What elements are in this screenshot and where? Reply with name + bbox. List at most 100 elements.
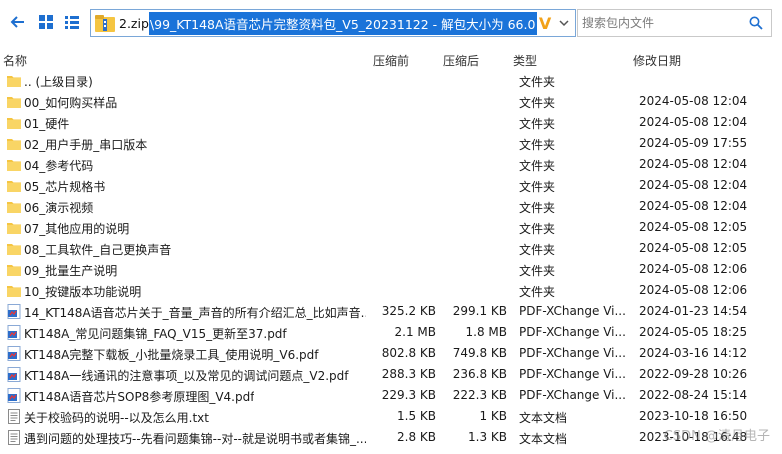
file-modified-date: 2024-01-23 14:54 bbox=[639, 304, 748, 318]
chevron-down-icon[interactable] bbox=[559, 18, 569, 28]
file-name: KT148A语音芯片SOP8参考原理图_V4.pdf bbox=[24, 390, 255, 404]
file-name: KT148A完整下载板_小批量烧录工具_使用说明_V6.pdf bbox=[24, 348, 319, 362]
file-modified-date: 2024-05-08 12:04 bbox=[639, 157, 748, 171]
list-view-icon[interactable] bbox=[62, 12, 82, 32]
pdf-icon bbox=[7, 367, 21, 382]
file-name: 05_芯片规格书 bbox=[24, 180, 106, 194]
file-name: 14_KT148A语音芯片关于_音量_声音的所有介绍汇总_比如声音... bbox=[24, 306, 366, 320]
view-grid-icon[interactable] bbox=[36, 12, 56, 32]
table-row[interactable]: 08_工具软件_自己更换声音 文件夹 2024-05-08 12:05 bbox=[0, 238, 782, 259]
table-row[interactable]: KT148A完整下载板_小批量烧录工具_使用说明_V6.pdf 802.8 KB 7… bbox=[0, 343, 782, 364]
table-row[interactable]: 00_如何购买样品 文件夹 2024-05-08 12:04 bbox=[0, 91, 782, 112]
file-modified-date: 2022-08-24 15:14 bbox=[639, 388, 748, 402]
table-row[interactable]: 02_用户手册_串口版本 文件夹 2024-05-09 17:55 bbox=[0, 133, 782, 154]
file-type: 文件夹 bbox=[519, 222, 556, 236]
file-modified-date: 2024-05-08 12:05 bbox=[639, 220, 748, 234]
column-type[interactable]: 类型 bbox=[513, 52, 537, 69]
table-row[interactable]: 06_演示视频 文件夹 2024-05-08 12:04 bbox=[0, 196, 782, 217]
table-row[interactable]: KT148A一线通讯的注意事项_以及常见的调试问题点_V2.pdf 288.3 K… bbox=[0, 364, 782, 385]
file-type: 文件夹 bbox=[519, 159, 556, 173]
file-type: 文件夹 bbox=[519, 96, 556, 110]
file-size: 1.3 KB bbox=[468, 430, 507, 444]
address-bar[interactable]: 2.zip \99_KT148A语音芯片完整资料包_V5_20231122 - … bbox=[90, 9, 576, 37]
pdf-icon bbox=[7, 304, 21, 319]
file-name: KT148A_常见问题集锦_FAQ_V15_更新至37.pdf bbox=[24, 327, 287, 341]
file-name: 09_批量生产说明 bbox=[24, 264, 118, 278]
table-row[interactable]: 01_硬件 文件夹 2024-05-08 12:04 bbox=[0, 112, 782, 133]
column-modified[interactable]: 修改日期 bbox=[633, 52, 681, 69]
file-type: 文件夹 bbox=[519, 201, 556, 215]
back-arrow-icon[interactable] bbox=[8, 12, 28, 32]
file-compressed-size: 802.8 KB bbox=[381, 346, 436, 360]
file-name: KT148A一线通讯的注意事项_以及常见的调试问题点_V2.pdf bbox=[24, 369, 349, 383]
table-row[interactable]: KT148A_常见问题集锦_FAQ_V15_更新至37.pdf 2.1 MB 1.8… bbox=[0, 322, 782, 343]
file-type: 文件夹 bbox=[519, 75, 556, 89]
file-modified-date: 2024-05-08 12:04 bbox=[639, 115, 748, 129]
table-row[interactable]: 07_其他应用的说明 文件夹 2024-05-08 12:05 bbox=[0, 217, 782, 238]
search-input[interactable] bbox=[582, 12, 742, 34]
table-row[interactable]: 05_芯片规格书 文件夹 2024-05-08 12:04 bbox=[0, 175, 782, 196]
address-selected-path[interactable]: \99_KT148A语音芯片完整资料包_V5_20231122 - 解包大小为 … bbox=[148, 11, 537, 35]
verified-badge: V bbox=[538, 13, 552, 33]
file-modified-date: 2023-10-18 16:50 bbox=[639, 409, 748, 423]
file-name: 关于校验码的说明--以及怎么用.txt bbox=[24, 411, 209, 425]
file-modified-date: 2024-05-08 12:06 bbox=[639, 283, 748, 297]
file-size: 1.8 MB bbox=[465, 325, 507, 339]
pdf-icon bbox=[7, 325, 21, 340]
table-row[interactable]: KT148A语音芯片SOP8参考原理图_V4.pdf 229.3 KB 222.3 … bbox=[0, 385, 782, 406]
table-row[interactable]: 09_批量生产说明 文件夹 2024-05-08 12:06 bbox=[0, 259, 782, 280]
file-compressed-size: 229.3 KB bbox=[381, 388, 436, 402]
address-prefix: 2.zip bbox=[119, 15, 149, 31]
search-icon[interactable] bbox=[749, 16, 763, 30]
file-modified-date: 2024-05-09 17:55 bbox=[639, 136, 748, 150]
search-box[interactable] bbox=[577, 9, 772, 37]
folder-icon bbox=[7, 199, 21, 214]
folder-icon bbox=[7, 115, 21, 130]
file-size: 299.1 KB bbox=[452, 304, 507, 318]
file-size: 1 KB bbox=[479, 409, 507, 423]
file-compressed-size: 1.5 KB bbox=[397, 409, 436, 423]
file-size: 749.8 KB bbox=[452, 346, 507, 360]
file-type: 文件夹 bbox=[519, 117, 556, 131]
file-name: 02_用户手册_串口版本 bbox=[24, 138, 148, 152]
file-compressed-size: 2.1 MB bbox=[394, 325, 436, 339]
file-modified-date: 2024-05-08 12:04 bbox=[639, 178, 748, 192]
file-size: 222.3 KB bbox=[452, 388, 507, 402]
file-size: 236.8 KB bbox=[452, 367, 507, 381]
file-type: 文件夹 bbox=[519, 180, 556, 194]
file-type: PDF-XChange Vi... bbox=[519, 388, 626, 402]
table-row[interactable]: .. (上级目录) 文件夹 bbox=[0, 70, 782, 91]
file-type: PDF-XChange Vi... bbox=[519, 346, 626, 360]
file-compressed-size: 325.2 KB bbox=[381, 304, 436, 318]
file-name: 08_工具软件_自己更换声音 bbox=[24, 243, 172, 257]
file-compressed-size: 2.8 KB bbox=[397, 430, 436, 444]
watermark: CSDN @清月电子 bbox=[663, 429, 770, 444]
file-type: PDF-XChange Vi... bbox=[519, 325, 626, 339]
file-type: 文件夹 bbox=[519, 243, 556, 257]
file-compressed-size: 288.3 KB bbox=[381, 367, 436, 381]
zip-archive-icon bbox=[95, 15, 115, 32]
file-type: PDF-XChange Vi... bbox=[519, 304, 626, 318]
table-row[interactable]: 04_参考代码 文件夹 2024-05-08 12:04 bbox=[0, 154, 782, 175]
folder-icon bbox=[7, 157, 21, 172]
file-name: 07_其他应用的说明 bbox=[24, 222, 130, 236]
folder-icon bbox=[7, 73, 21, 88]
file-type: 文件夹 bbox=[519, 285, 556, 299]
file-name: 04_参考代码 bbox=[24, 159, 94, 173]
pdf-icon bbox=[7, 346, 21, 361]
column-name[interactable]: 名称 bbox=[3, 52, 27, 69]
folder-icon bbox=[7, 283, 21, 298]
toolbar: 2.zip \99_KT148A语音芯片完整资料包_V5_20231122 - … bbox=[0, 0, 782, 46]
txt-icon bbox=[7, 430, 21, 445]
table-row[interactable]: 关于校验码的说明--以及怎么用.txt 1.5 KB 1 KB 文本文档 2023-10… bbox=[0, 406, 782, 427]
file-modified-date: 2024-05-08 12:04 bbox=[639, 199, 748, 213]
table-row[interactable]: 14_KT148A语音芯片关于_音量_声音的所有介绍汇总_比如声音... 325.… bbox=[0, 301, 782, 322]
txt-icon bbox=[7, 409, 21, 424]
file-name: .. (上级目录) bbox=[24, 75, 93, 89]
table-row[interactable]: 10_按键版本功能说明 文件夹 2024-05-08 12:06 bbox=[0, 280, 782, 301]
folder-icon bbox=[7, 178, 21, 193]
pdf-icon bbox=[7, 388, 21, 403]
column-size[interactable]: 压缩后 bbox=[443, 52, 479, 69]
file-type: 文本文档 bbox=[519, 411, 568, 425]
column-compressed[interactable]: 压缩前 bbox=[373, 52, 409, 69]
